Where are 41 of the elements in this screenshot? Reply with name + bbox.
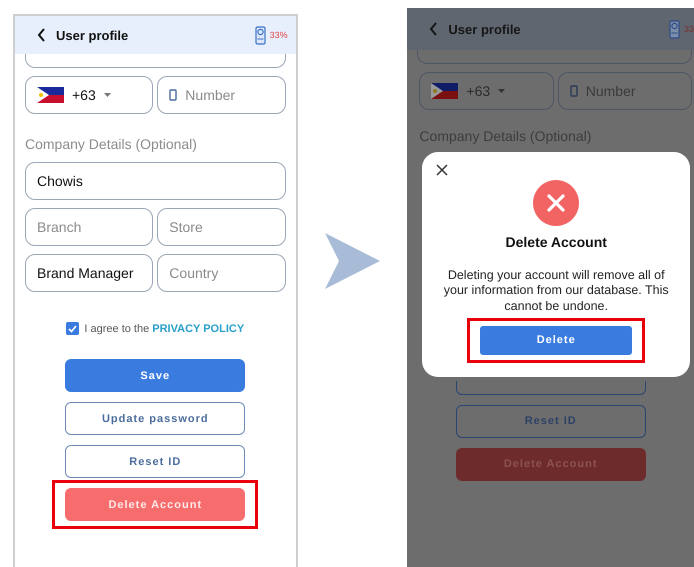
- input-field[interactable]: Store: [157, 208, 286, 246]
- country-code-field[interactable]: +63: [25, 76, 154, 114]
- close-icon[interactable]: [436, 164, 448, 176]
- delete-button[interactable]: Delete: [480, 326, 632, 355]
- error-icon: [533, 180, 580, 226]
- input-field[interactable]: Brand Manager: [25, 254, 154, 292]
- back-icon[interactable]: [37, 28, 46, 42]
- country-code: +63: [466, 83, 490, 99]
- flag-icon: [431, 83, 458, 99]
- input-field[interactable]: [417, 50, 692, 64]
- agreement-text: I agree to the PRIVACY POLICY: [84, 322, 244, 334]
- flag-icon: [37, 87, 64, 103]
- outline-button[interactable]: Update password: [65, 402, 246, 435]
- dropdown-caret-icon: [498, 89, 506, 93]
- dropdown-caret-icon: [104, 93, 111, 97]
- dialog-message: Deleting your account will remove all of your information from our database. This cannot be undone.: [442, 268, 670, 314]
- phone-number-field[interactable]: Number: [157, 76, 286, 114]
- country-code-field[interactable]: +63: [419, 72, 554, 110]
- outline-button[interactable]: Reset ID: [456, 404, 646, 438]
- save-button[interactable]: Save: [65, 359, 246, 392]
- dialog-title: Delete Account: [506, 234, 607, 250]
- privacy-policy-link[interactable]: PRIVACY POLICY: [152, 322, 244, 334]
- phone-icon: [570, 85, 578, 97]
- delete-account-button[interactable]: Delete Account: [65, 488, 246, 521]
- screen-title: User profile: [56, 28, 130, 42]
- outline-button[interactable]: Reset ID: [65, 445, 246, 478]
- checkbox[interactable]: [66, 322, 80, 335]
- outline-button[interactable]: [456, 380, 646, 395]
- camera-device-icon: [254, 26, 266, 44]
- input-field[interactable]: Country: [157, 254, 286, 292]
- country-code: +63: [72, 87, 96, 103]
- battery-level: 33: [684, 24, 694, 34]
- arrow-icon: [325, 233, 380, 289]
- phone-icon: [169, 89, 178, 101]
- input-field[interactable]: Chowis: [25, 162, 286, 200]
- camera-device-icon: [668, 20, 680, 38]
- section-label: Company Details (Optional): [24, 136, 198, 152]
- input-field[interactable]: Branch: [25, 208, 154, 246]
- battery-level: 33%: [270, 30, 288, 40]
- screen-title: User profile: [448, 22, 522, 36]
- input-field[interactable]: [25, 54, 286, 68]
